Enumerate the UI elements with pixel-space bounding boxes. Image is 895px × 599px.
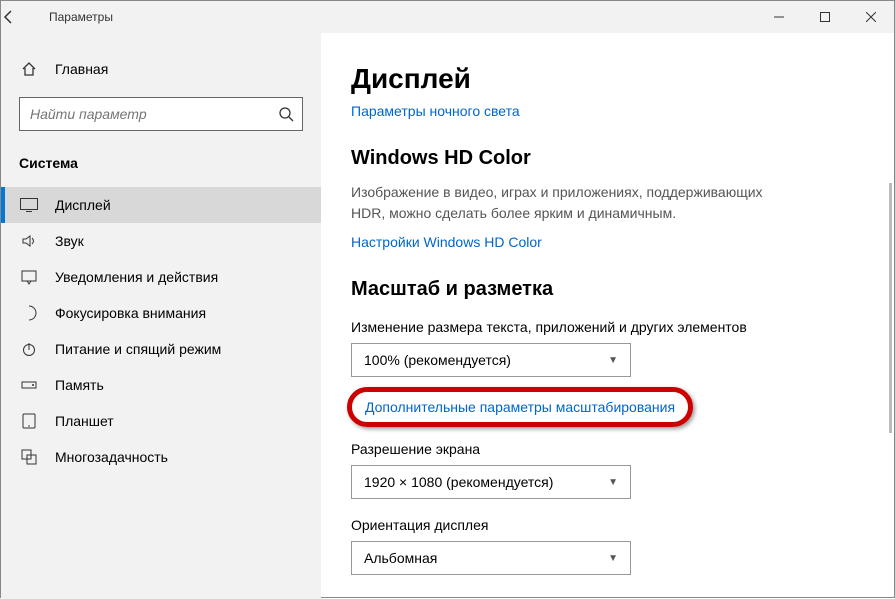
sidebar-item-label: Планшет	[55, 413, 114, 429]
orientation-dropdown[interactable]: Альбомная ▼	[351, 541, 631, 575]
search-box[interactable]	[19, 97, 303, 131]
sidebar-item-label: Звук	[55, 233, 84, 249]
scale-label: Изменение размера текста, приложений и д…	[351, 319, 864, 335]
sidebar-item-power[interactable]: Питание и спящий режим	[1, 331, 321, 367]
sidebar-item-label: Фокусировка внимания	[55, 305, 206, 321]
sidebar-item-focus[interactable]: Фокусировка внимания	[1, 295, 321, 331]
page-title: Дисплей	[351, 63, 864, 95]
home-link[interactable]: Главная	[1, 53, 321, 85]
window-title: Параметры	[45, 10, 756, 24]
multitask-icon	[19, 449, 39, 465]
sidebar-item-storage[interactable]: Память	[1, 367, 321, 403]
chevron-down-icon: ▼	[608, 553, 618, 564]
hd-color-heading: Windows HD Color	[351, 147, 864, 170]
title-bar: Параметры	[1, 1, 894, 33]
display-icon	[19, 198, 39, 212]
sidebar-item-sound[interactable]: Звук	[1, 223, 321, 259]
content-pane: Дисплей Параметры ночного света Windows …	[321, 33, 894, 599]
orientation-value: Альбомная	[364, 550, 437, 566]
close-button[interactable]	[848, 1, 894, 33]
search-input[interactable]	[28, 105, 278, 123]
notifications-icon	[19, 269, 39, 285]
sidebar-item-label: Дисплей	[55, 197, 111, 213]
sidebar-item-notifications[interactable]: Уведомления и действия	[1, 259, 321, 295]
scale-dropdown[interactable]: 100% (рекомендуется) ▼	[351, 343, 631, 377]
home-label: Главная	[55, 61, 108, 77]
focus-icon	[19, 305, 39, 321]
hd-color-link[interactable]: Настройки Windows HD Color	[351, 234, 542, 250]
sidebar-item-label: Питание и спящий режим	[55, 341, 221, 357]
sidebar-item-tablet[interactable]: Планшет	[1, 403, 321, 439]
home-icon	[19, 61, 39, 77]
scale-heading: Масштаб и разметка	[351, 278, 864, 301]
power-icon	[19, 341, 39, 357]
sidebar-item-multitask[interactable]: Многозадачность	[1, 439, 321, 475]
search-icon	[278, 106, 294, 122]
maximize-button[interactable]	[802, 1, 848, 33]
storage-icon	[19, 377, 39, 393]
sidebar-item-label: Уведомления и действия	[55, 269, 218, 285]
group-label: Система	[1, 149, 321, 187]
advanced-scaling-link[interactable]: Дополнительные параметры масштабирования	[365, 399, 675, 415]
hd-color-description: Изображение в видео, играх и приложениях…	[351, 182, 781, 224]
scrollbar[interactable]	[889, 183, 892, 433]
sidebar-item-label: Память	[55, 377, 104, 393]
sidebar-item-display[interactable]: Дисплей	[1, 187, 321, 223]
resolution-label: Разрешение экрана	[351, 441, 864, 457]
chevron-down-icon: ▼	[608, 355, 618, 366]
resolution-dropdown[interactable]: 1920 × 1080 (рекомендуется) ▼	[351, 465, 631, 499]
chevron-down-icon: ▼	[608, 477, 618, 488]
night-light-link[interactable]: Параметры ночного света	[351, 103, 520, 119]
scale-value: 100% (рекомендуется)	[364, 352, 511, 368]
sidebar-item-label: Многозадачность	[55, 449, 168, 465]
minimize-button[interactable]	[756, 1, 802, 33]
tablet-icon	[19, 413, 39, 429]
back-button[interactable]	[1, 9, 45, 25]
sidebar: Главная Система Дисплей Звук Уведомления…	[1, 33, 321, 599]
sound-icon	[19, 233, 39, 249]
orientation-label: Ориентация дисплея	[351, 517, 864, 533]
resolution-value: 1920 × 1080 (рекомендуется)	[364, 474, 553, 490]
